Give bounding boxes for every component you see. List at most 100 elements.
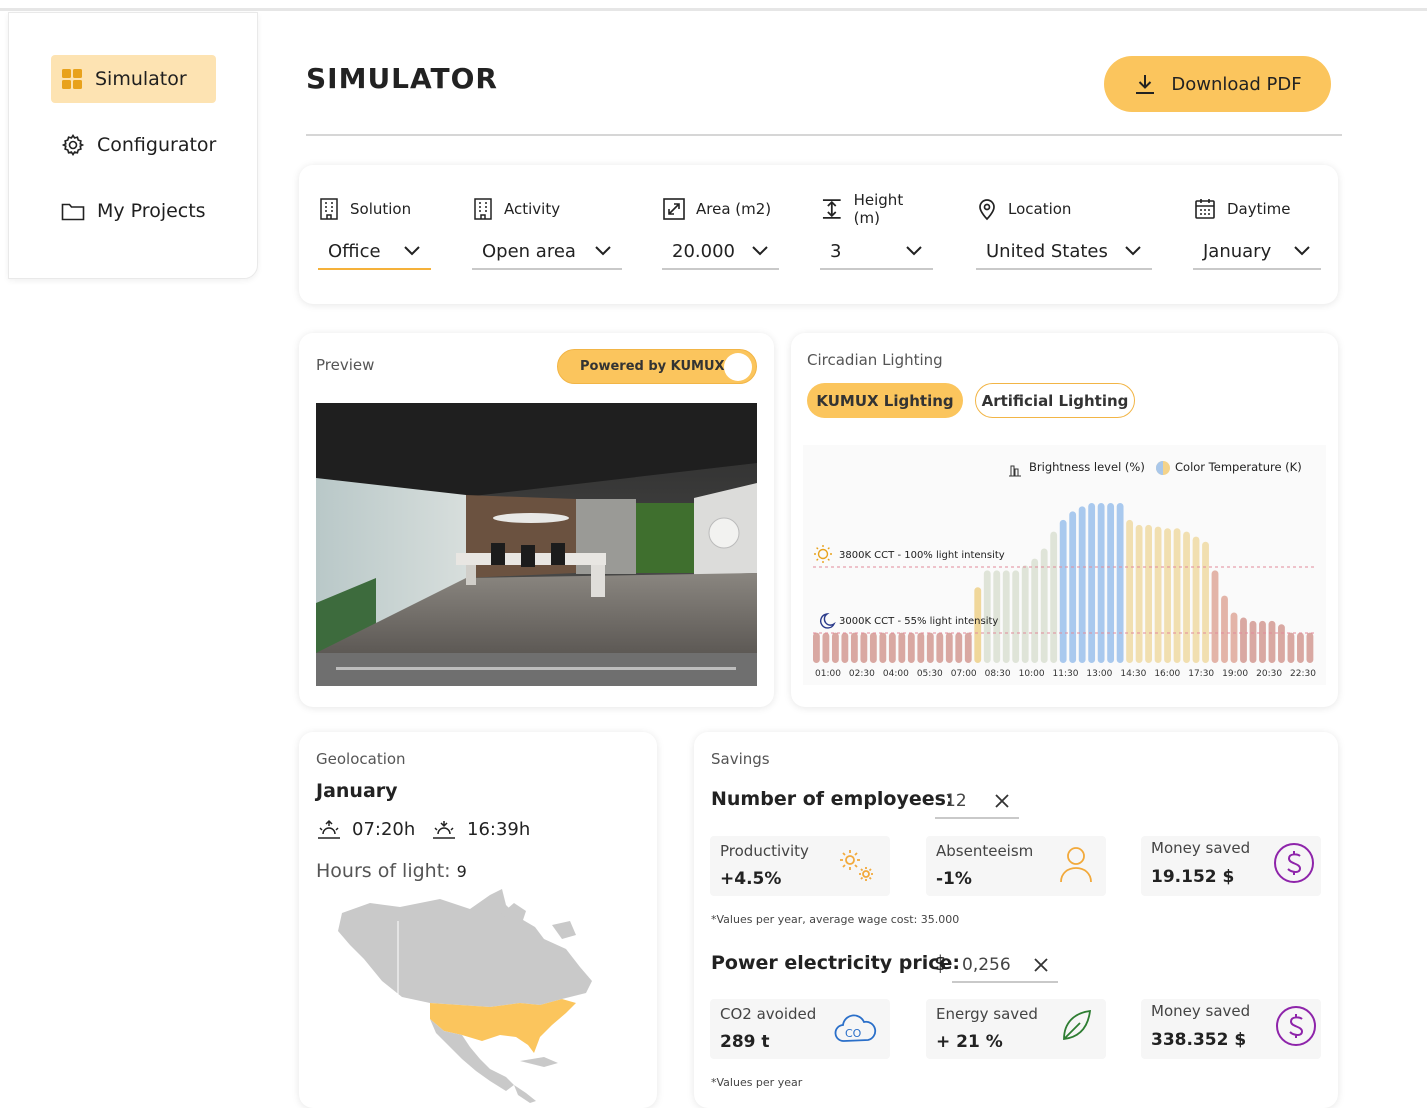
- metric-productivity: Productivity +4.5%: [710, 836, 890, 896]
- dollar-icon: [1274, 843, 1314, 883]
- x-tick-label: 22:30: [1290, 669, 1316, 679]
- grid-icon: [62, 69, 82, 89]
- chart-bar: [1154, 526, 1162, 663]
- chart-bar: [1240, 617, 1247, 663]
- filters-panel: [299, 165, 1338, 304]
- x-tick-label: 02:30: [849, 669, 875, 679]
- filter-location: Location United States: [976, 196, 1152, 270]
- chevron-down-icon: [595, 246, 611, 256]
- x-tick-label: 16:00: [1154, 669, 1180, 679]
- savings-title: Savings: [711, 750, 770, 768]
- close-icon[interactable]: [1034, 958, 1048, 972]
- x-tick-label: 17:30: [1188, 669, 1214, 679]
- chart-bar: [1145, 524, 1152, 663]
- circadian-chart-svg: Brightness level (%) Color Temperature (…: [813, 460, 1316, 679]
- legend-brightness: Brightness level (%): [1029, 460, 1145, 474]
- chart-bar: [1040, 548, 1048, 663]
- page-title: SIMULATOR: [306, 62, 498, 95]
- metric-value: 289 t: [720, 1032, 770, 1052]
- chevron-down-icon: [752, 246, 768, 256]
- metric-label: Energy saved: [936, 1005, 1038, 1023]
- office-preview-image: [316, 403, 757, 686]
- sunrise-icon: [318, 819, 340, 839]
- metric-value: -1%: [936, 869, 972, 889]
- price-value: 0,256: [962, 955, 1011, 975]
- expand-icon: [663, 198, 685, 220]
- savings-note-top: *Values per year, average wage cost: 35.…: [711, 913, 960, 926]
- tab-kumux-lighting[interactable]: KUMUX Lighting: [807, 383, 963, 418]
- chart-bar: [1230, 612, 1238, 663]
- location-value: United States: [986, 240, 1108, 262]
- area-select[interactable]: 20.000: [662, 234, 779, 270]
- chart-bar: [964, 632, 972, 663]
- sunrise-time: 07:20h: [352, 818, 416, 840]
- chart-bar: [888, 632, 896, 663]
- filter-label: Solution: [350, 200, 412, 218]
- chart-bar: [936, 632, 944, 663]
- filter-daytime: Daytime January: [1193, 196, 1321, 270]
- bar-chart-icon: [1009, 465, 1021, 477]
- metric-label: Money saved: [1151, 839, 1251, 857]
- x-tick-label: 01:00: [815, 669, 841, 679]
- location-select[interactable]: United States: [976, 234, 1152, 270]
- chart-bar: [1050, 531, 1058, 663]
- chart-bar: [879, 632, 887, 663]
- chevron-down-icon: [404, 246, 420, 256]
- chart-bar: [926, 632, 934, 663]
- height-select[interactable]: 3: [820, 234, 933, 270]
- x-tick-label: 10:00: [1019, 669, 1045, 679]
- employees-label: Number of employees:: [711, 788, 954, 810]
- metric-co2-avoided: CO2 avoided 289 t CO: [710, 999, 890, 1059]
- daytime-select[interactable]: January: [1193, 234, 1321, 270]
- chart-bar: [841, 632, 849, 663]
- filter-area: Area (m2) 20.000: [662, 196, 779, 270]
- savings-note-bottom: *Values per year: [711, 1076, 803, 1089]
- metric-label: CO2 avoided: [720, 1005, 817, 1023]
- metric-label: Money saved: [1151, 1002, 1251, 1020]
- x-tick-label: 19:00: [1222, 669, 1248, 679]
- chart-bar: [822, 632, 830, 663]
- download-icon: [1136, 75, 1155, 94]
- chart-bar: [1097, 503, 1105, 663]
- person-icon: [1060, 847, 1092, 883]
- sidebar-item-my-projects[interactable]: My Projects: [51, 187, 216, 235]
- x-tick-label: 05:30: [917, 669, 943, 679]
- filter-label: Height (m): [853, 191, 904, 227]
- metric-label: Productivity: [720, 842, 809, 860]
- tab-artificial-lighting[interactable]: Artificial Lighting: [975, 383, 1135, 418]
- sidebar-item-configurator[interactable]: Configurator: [51, 121, 216, 169]
- location-pin-icon: [979, 199, 995, 221]
- solution-select[interactable]: Office: [318, 234, 431, 270]
- hours-label: Hours of light:: [316, 860, 451, 882]
- sunrise: 07:20h: [316, 818, 415, 840]
- ref-label-high: 3800K CCT - 100% light intensity: [839, 550, 1005, 561]
- price-input[interactable]: 0,256: [952, 949, 1058, 983]
- employees-input[interactable]: 12: [935, 785, 1019, 819]
- preview-title: Preview: [316, 356, 375, 374]
- chart-bar: [1088, 503, 1096, 663]
- chart-bar: [898, 632, 906, 663]
- geolocation-month: January: [316, 780, 398, 802]
- chart-bar: [1021, 565, 1029, 663]
- chart-bar: [1221, 595, 1228, 663]
- download-pdf-button[interactable]: Download PDF: [1104, 56, 1331, 112]
- chart-bar: [1107, 503, 1115, 663]
- chart-bar: [831, 632, 839, 663]
- circadian-chart: Brightness level (%) Color Temperature (…: [803, 445, 1326, 685]
- area-value: 20.000: [672, 240, 735, 262]
- svg-text:CO: CO: [845, 1027, 862, 1040]
- x-tick-label: 14:30: [1120, 669, 1146, 679]
- metric-money-saved-energy: Money saved 338.352 $: [1141, 999, 1321, 1059]
- powered-by-kumux-toggle[interactable]: Powered by KUMUX: [557, 349, 757, 384]
- sidebar-item-simulator[interactable]: Simulator: [51, 55, 216, 103]
- dollar-icon: [1276, 1006, 1316, 1046]
- chart-bar: [945, 632, 953, 663]
- activity-select[interactable]: Open area: [472, 234, 622, 270]
- building-icon: [320, 198, 338, 220]
- sun-icon: [814, 545, 832, 563]
- solution-value: Office: [328, 240, 381, 262]
- metric-absenteeism: Absenteeism -1%: [926, 836, 1106, 896]
- daytime-value: January: [1203, 240, 1272, 262]
- close-icon[interactable]: [995, 794, 1009, 808]
- chart-bar: [1268, 620, 1276, 663]
